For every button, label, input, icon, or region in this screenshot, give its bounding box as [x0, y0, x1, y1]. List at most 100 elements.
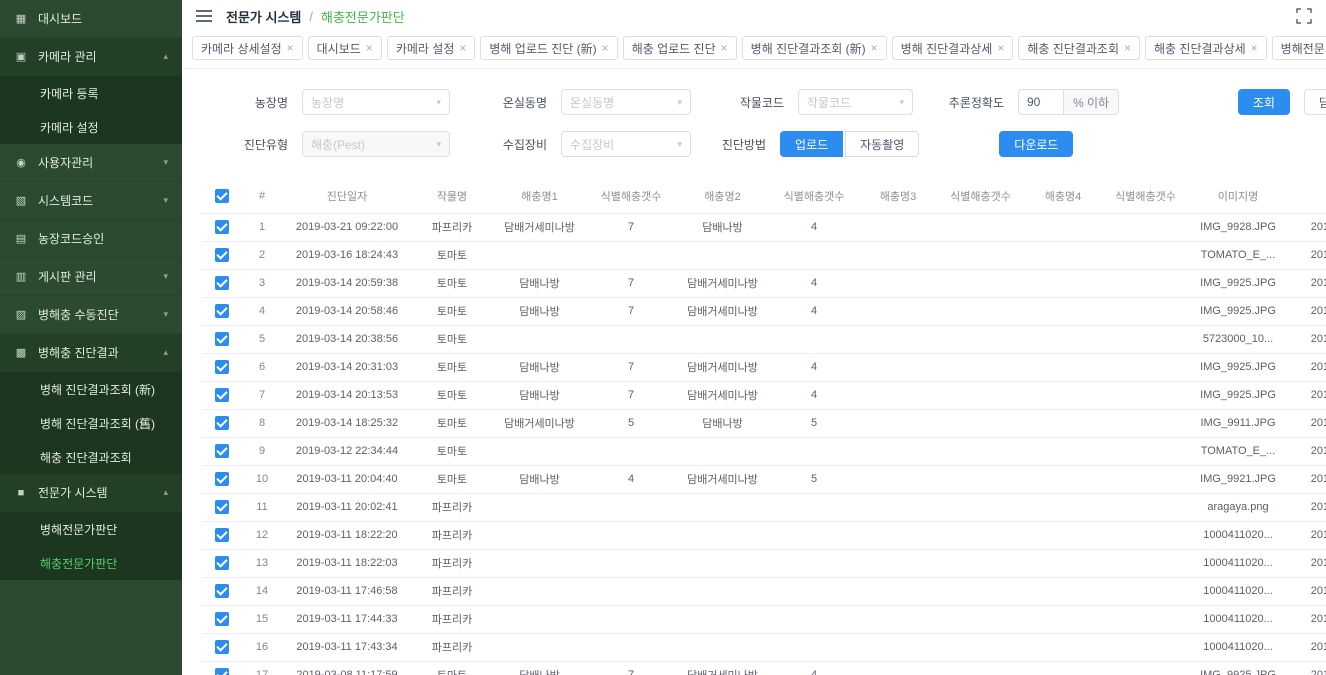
system-code-icon: ▧: [14, 194, 28, 207]
greenhouse-select[interactable]: 온실동명 ▾: [561, 89, 691, 115]
table-row[interactable]: 2 2019-03-16 18:24:43 토마토 TOMATO_E_...: [202, 241, 1326, 269]
tab-close-icon[interactable]: ×: [871, 41, 878, 55]
tab-close-icon[interactable]: ×: [1251, 41, 1258, 55]
row-checkbox[interactable]: [215, 500, 229, 514]
sidebar-item-disease-results-new[interactable]: 병해 진단결과조회 (新): [0, 372, 182, 406]
tab[interactable]: 병해전문가판단 ×: [1272, 36, 1326, 60]
row-checkbox[interactable]: [215, 556, 229, 570]
sidebar-item-diagnosis-results[interactable]: ▩ 병해충 진단결과 ▴: [0, 334, 182, 372]
tab[interactable]: 병해 진단결과조회 (新) ×: [742, 36, 887, 60]
cell-registered-date: 2018: [1288, 661, 1326, 675]
auto-capture-method-button[interactable]: 자동촬영: [845, 131, 919, 157]
diagnosis-type-select[interactable]: 해충(Pest) ▾: [302, 131, 450, 157]
table-row[interactable]: 6 2019-03-14 20:31:03 토마토 담배나방 7 담배거세미나방…: [202, 353, 1326, 381]
cell-registered-date: 2019: [1288, 521, 1326, 549]
fullscreen-icon[interactable]: [1296, 8, 1312, 24]
tab-close-icon[interactable]: ×: [721, 41, 728, 55]
sidebar-item-camera-register[interactable]: 카메라 등록: [0, 76, 182, 110]
sidebar-item-disease-expert[interactable]: 병해전문가판단: [0, 512, 182, 546]
table-row[interactable]: 7 2019-03-14 20:13:53 토마토 담배나방 7 담배거세미나방…: [202, 381, 1326, 409]
accuracy-suffix: % 이하: [1064, 89, 1119, 115]
row-checkbox[interactable]: [215, 472, 229, 486]
sidebar-item-user-mgmt[interactable]: ◉ 사용자관리 ▾: [0, 144, 182, 182]
table-row[interactable]: 17 2019-03-08 11:17:59 토마토 담배나방 7 담배거세미나…: [202, 661, 1326, 675]
row-checkbox[interactable]: [215, 276, 229, 290]
tab[interactable]: 카메라 설정 ×: [387, 36, 476, 60]
row-checkbox[interactable]: [215, 388, 229, 402]
cell-registered-date: 2018: [1288, 325, 1326, 353]
cell-pest-name-4: [1023, 577, 1103, 605]
sidebar-item-expert-system[interactable]: ■ 전문가 시스템 ▴: [0, 474, 182, 512]
tab[interactable]: 해충 업로드 진단 ×: [623, 36, 737, 60]
sidebar-item-disease-results-old[interactable]: 병해 진단결과조회 (舊): [0, 406, 182, 440]
accuracy-input[interactable]: [1018, 89, 1064, 115]
table-row[interactable]: 12 2019-03-11 18:22:20 파프리카 1000411020: [202, 521, 1326, 549]
diagnosis-type-value: 해충(Pest): [311, 136, 365, 153]
sidebar-item-dashboard[interactable]: ▦ 대시보드: [0, 0, 182, 38]
tab-close-icon[interactable]: ×: [366, 41, 373, 55]
select-all-checkbox[interactable]: [215, 189, 229, 203]
cell-diagnosis-date: 2019-03-14 18:25:32: [282, 409, 412, 437]
tab-close-icon[interactable]: ×: [287, 41, 294, 55]
table-row[interactable]: 9 2019-03-12 22:34:44 토마토 TOMATO_E_...: [202, 437, 1326, 465]
row-checkbox[interactable]: [215, 416, 229, 430]
sidebar-item-farm-code-approval[interactable]: ▤ 농장코드승인: [0, 220, 182, 258]
upload-method-button[interactable]: 업로드: [780, 131, 843, 157]
search-button[interactable]: 조회: [1238, 89, 1290, 115]
tab-close-icon[interactable]: ×: [459, 41, 466, 55]
row-checkbox[interactable]: [215, 332, 229, 346]
tab[interactable]: 대시보드 ×: [308, 36, 382, 60]
row-checkbox[interactable]: [215, 360, 229, 374]
device-select[interactable]: 수집장비 ▾: [561, 131, 691, 157]
table-row[interactable]: 15 2019-03-11 17:44:33 파프리카 1000411020: [202, 605, 1326, 633]
tab[interactable]: 카메라 상세설정 ×: [192, 36, 303, 60]
breadcrumb-current: 해충전문가판단: [321, 7, 405, 26]
table-row[interactable]: 4 2019-03-14 20:58:46 토마토 담배나방 7 담배거세미나방…: [202, 297, 1326, 325]
table-row[interactable]: 13 2019-03-11 18:22:03 파프리카 1000411020: [202, 549, 1326, 577]
breadcrumb-separator: /: [309, 9, 313, 24]
row-checkbox[interactable]: [215, 584, 229, 598]
sidebar-item-manual-diagnosis[interactable]: ▨ 병해충 수동진단 ▾: [0, 296, 182, 334]
table-row[interactable]: 5 2019-03-14 20:38:56 토마토 5723000_10..: [202, 325, 1326, 353]
sidebar-item-camera-settings[interactable]: 카메라 설정: [0, 110, 182, 144]
table-row[interactable]: 14 2019-03-11 17:46:58 파프리카 1000411020: [202, 577, 1326, 605]
sidebar-item-pest-expert[interactable]: 해충전문가판단: [0, 546, 182, 580]
table-row[interactable]: 11 2019-03-11 20:02:41 파프리카 aragaya.pn: [202, 493, 1326, 521]
table-row[interactable]: 1 2019-03-21 09:22:00 파프리카 담배거세미나방 7 담배나…: [202, 213, 1326, 241]
sidebar-group-expert-system: ■ 전문가 시스템 ▴ 병해전문가판단 해충전문가판단: [0, 474, 182, 580]
row-checkbox[interactable]: [215, 668, 229, 675]
row-checkbox[interactable]: [215, 248, 229, 262]
row-checkbox[interactable]: [215, 528, 229, 542]
sidebar-item-board-mgmt[interactable]: ▥ 게시판 관리 ▾: [0, 258, 182, 296]
cell-checkbox: [202, 381, 242, 409]
sidebar-item-pest-results[interactable]: 해충 진단결과조회: [0, 440, 182, 474]
tab[interactable]: 병해 업로드 진단 (新) ×: [480, 36, 617, 60]
row-checkbox[interactable]: [215, 304, 229, 318]
row-checkbox[interactable]: [215, 640, 229, 654]
cell-pest-count-3: [938, 437, 1023, 465]
row-checkbox[interactable]: [215, 444, 229, 458]
crop-code-select[interactable]: 작물코드 ▾: [798, 89, 913, 115]
cell-image-name: IMG_9921.JPG: [1188, 465, 1288, 493]
tab-close-icon[interactable]: ×: [997, 41, 1004, 55]
cell-pest-name-2: [675, 325, 770, 353]
tab[interactable]: 병해 진단결과상세 ×: [892, 36, 1014, 60]
close-button[interactable]: 닫기: [1304, 89, 1326, 115]
top-bar: 전문가 시스템 / 해충전문가판단: [182, 0, 1326, 32]
sidebar-item-camera-mgmt[interactable]: ▣ 카메라 관리 ▴: [0, 38, 182, 76]
table-row[interactable]: 10 2019-03-11 20:04:40 토마토 담배나방 4 담배거세미나…: [202, 465, 1326, 493]
farm-name-select[interactable]: 농장명 ▾: [302, 89, 450, 115]
cell-crop-name: 토마토: [412, 465, 492, 493]
table-row[interactable]: 3 2019-03-14 20:59:38 토마토 담배나방 7 담배거세미나방…: [202, 269, 1326, 297]
sidebar-item-system-code[interactable]: ▧ 시스템코드 ▾: [0, 182, 182, 220]
tab[interactable]: 해충 진단결과상세 ×: [1145, 36, 1267, 60]
row-checkbox[interactable]: [215, 220, 229, 234]
tab-close-icon[interactable]: ×: [1124, 41, 1131, 55]
hamburger-menu-icon[interactable]: [196, 9, 214, 23]
download-button[interactable]: 다운로드: [999, 131, 1073, 157]
table-row[interactable]: 8 2019-03-14 18:25:32 토마토 담배거세미나방 5 담배나방…: [202, 409, 1326, 437]
tab[interactable]: 해충 진단결과조회 ×: [1018, 36, 1140, 60]
tab-close-icon[interactable]: ×: [602, 41, 609, 55]
row-checkbox[interactable]: [215, 612, 229, 626]
table-row[interactable]: 16 2019-03-11 17:43:34 파프리카 1000411020: [202, 633, 1326, 661]
